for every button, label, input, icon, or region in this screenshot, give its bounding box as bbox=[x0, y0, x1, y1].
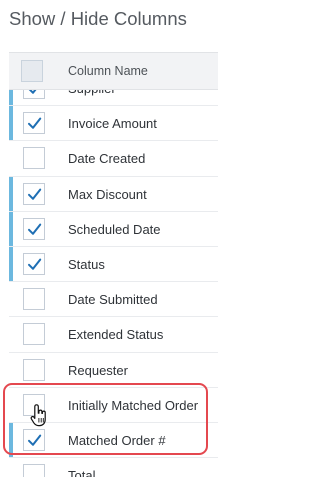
select-all-checkbox[interactable] bbox=[21, 60, 43, 82]
column-label: Requester bbox=[68, 362, 128, 378]
column-checkbox[interactable] bbox=[23, 358, 45, 381]
selected-indicator bbox=[9, 422, 13, 458]
column-label: Max Discount bbox=[68, 186, 147, 202]
column-label: Date Created bbox=[68, 151, 146, 167]
hand-pointer-icon bbox=[30, 404, 46, 427]
column-row[interactable]: Extended Status bbox=[9, 317, 218, 353]
column-checkbox[interactable] bbox=[23, 323, 45, 346]
selected-indicator bbox=[9, 90, 13, 106]
column-label: Initially Matched Order bbox=[68, 397, 199, 413]
column-checkbox[interactable] bbox=[23, 112, 45, 135]
selected-indicator bbox=[9, 176, 13, 211]
column-checkbox[interactable] bbox=[23, 428, 45, 451]
column-row[interactable]: Date Created bbox=[9, 141, 218, 177]
column-label: Extended Status bbox=[68, 327, 164, 343]
column-label: Invoice Amount bbox=[68, 116, 157, 132]
column-label: Total bbox=[68, 468, 96, 477]
selected-indicator bbox=[9, 246, 13, 282]
panel-title: Show / Hide Columns bbox=[9, 8, 187, 29]
column-name-header: Column Name bbox=[68, 64, 148, 78]
column-checkbox[interactable] bbox=[23, 147, 45, 170]
column-row[interactable]: Supplier bbox=[9, 90, 218, 107]
column-row[interactable]: Date Submitted bbox=[9, 282, 218, 318]
column-row[interactable]: Requester bbox=[9, 352, 218, 388]
checkmark-icon bbox=[28, 258, 42, 270]
column-list-header: Column Name bbox=[9, 52, 218, 90]
column-label: Date Submitted bbox=[68, 292, 158, 308]
column-label: Scheduled Date bbox=[68, 221, 161, 237]
column-checkbox[interactable] bbox=[23, 217, 45, 240]
show-hide-columns-panel: Show / Hide Columns Column Name Supplier… bbox=[0, 0, 218, 477]
column-checkbox[interactable] bbox=[23, 90, 45, 99]
column-checkbox[interactable] bbox=[23, 182, 45, 205]
selected-indicator bbox=[9, 106, 13, 141]
checkmark-icon bbox=[28, 434, 42, 446]
checkmark-icon bbox=[28, 90, 37, 94]
column-label: Status bbox=[68, 256, 105, 272]
column-row[interactable]: Total bbox=[9, 458, 218, 477]
column-checkbox[interactable] bbox=[23, 464, 45, 477]
column-label: Matched Order # bbox=[68, 432, 166, 448]
checkmark-icon bbox=[28, 188, 42, 200]
checkmark-icon bbox=[28, 117, 42, 129]
selected-indicator bbox=[9, 211, 13, 246]
column-row[interactable]: Max Discount bbox=[9, 176, 218, 212]
checkmark-icon bbox=[28, 223, 42, 235]
column-row[interactable]: Scheduled Date bbox=[9, 211, 218, 247]
column-row[interactable]: Matched Order # bbox=[9, 422, 218, 459]
column-row[interactable]: Invoice Amount bbox=[9, 106, 218, 142]
column-label: Supplier bbox=[68, 90, 116, 96]
column-checkbox[interactable] bbox=[23, 288, 45, 311]
column-row[interactable]: Status bbox=[9, 246, 218, 283]
column-checkbox[interactable] bbox=[23, 252, 45, 275]
